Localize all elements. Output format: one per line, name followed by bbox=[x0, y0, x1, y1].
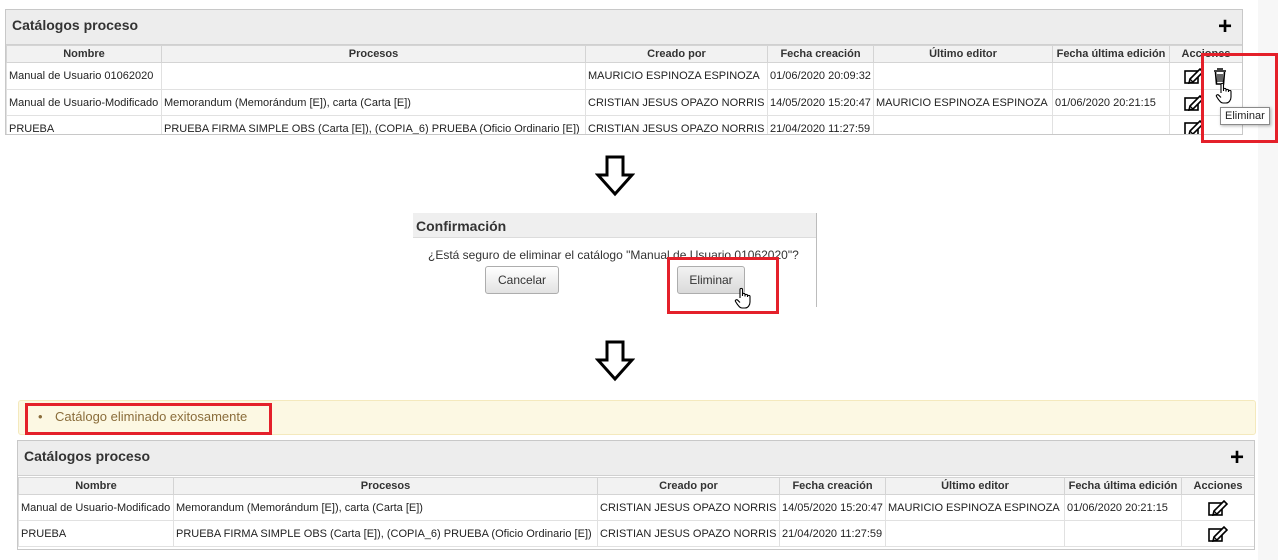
top-catalog-panel: Catálogos proceso + Nombre Procesos Crea… bbox=[5, 9, 1243, 135]
edit-icon[interactable] bbox=[1208, 526, 1228, 542]
cell-fecha-creacion: 14/05/2020 15:20:47 bbox=[779, 494, 886, 521]
cell-acciones bbox=[1181, 494, 1254, 521]
down-arrow-icon bbox=[595, 155, 635, 197]
cell-creado-por: CRISTIAN JESUS OPAZO NORRIS bbox=[585, 89, 768, 116]
cell-procesos: PRUEBA FIRMA SIMPLE OBS (Carta [E]), (CO… bbox=[161, 115, 586, 134]
column-header[interactable]: Fecha última edición bbox=[1064, 477, 1182, 495]
cell-fecha-creacion: 01/06/2020 20:09:32 bbox=[767, 62, 874, 90]
cell-ultimo-editor bbox=[873, 115, 1053, 134]
edit-icon[interactable] bbox=[1208, 500, 1228, 516]
highlight-box-delete-button bbox=[667, 257, 779, 314]
cell-fecha-creacion: 21/04/2020 11:27:59 bbox=[767, 115, 874, 134]
cancel-button[interactable]: Cancelar bbox=[485, 266, 559, 294]
cell-creado-por: CRISTIAN JESUS OPAZO NORRIS bbox=[597, 494, 780, 521]
column-header[interactable]: Nombre bbox=[18, 477, 174, 495]
cell-nombre: PRUEBA bbox=[18, 520, 174, 547]
top-panel-title: Catálogos proceso bbox=[12, 17, 139, 33]
cell-acciones bbox=[1181, 520, 1254, 547]
cell-nombre: Manual de Usuario-Modificado bbox=[18, 494, 174, 521]
highlight-box-flash-message bbox=[25, 403, 272, 435]
column-header[interactable]: Procesos bbox=[161, 45, 586, 63]
table-row: Manual de Usuario 01062020 MAURICIO ESPI… bbox=[6, 62, 1242, 90]
column-header: Acciones bbox=[1181, 477, 1254, 495]
cell-nombre: Manual de Usuario 01062020 bbox=[6, 62, 162, 90]
column-header[interactable]: Creado por bbox=[585, 45, 768, 63]
column-header[interactable]: Creado por bbox=[597, 477, 780, 495]
bottom-catalog-panel: Catálogos proceso + Nombre Procesos Crea… bbox=[17, 440, 1255, 550]
cell-fecha-edicion: 01/06/2020 20:21:15 bbox=[1052, 89, 1170, 116]
cell-ultimo-editor bbox=[885, 520, 1065, 547]
column-header[interactable]: Fecha creación bbox=[767, 45, 874, 63]
cell-ultimo-editor bbox=[873, 62, 1053, 90]
cell-fecha-creacion: 21/04/2020 11:27:59 bbox=[779, 520, 886, 547]
cell-fecha-edicion bbox=[1052, 62, 1170, 90]
column-header[interactable]: Último editor bbox=[885, 477, 1065, 495]
cell-ultimo-editor: MAURICIO ESPINOZA ESPINOZA bbox=[873, 89, 1053, 116]
table-row: PRUEBA PRUEBA FIRMA SIMPLE OBS (Carta [E… bbox=[6, 115, 1242, 134]
cell-creado-por: CRISTIAN JESUS OPAZO NORRIS bbox=[585, 115, 768, 134]
bottom-panel-title: Catálogos proceso bbox=[24, 448, 151, 464]
table-row: Manual de Usuario-Modificado Memorandum … bbox=[18, 494, 1254, 521]
column-header[interactable]: Fecha creación bbox=[779, 477, 886, 495]
table-header-row: Nombre Procesos Creado por Fecha creació… bbox=[18, 477, 1254, 495]
down-arrow-icon bbox=[595, 340, 635, 382]
table-row: PRUEBA PRUEBA FIRMA SIMPLE OBS (Carta [E… bbox=[18, 520, 1254, 547]
cell-procesos: Memorandum (Memorándum [E]), carta (Cart… bbox=[161, 89, 586, 116]
column-header[interactable]: Nombre bbox=[6, 45, 162, 63]
table-row: Manual de Usuario-Modificado Memorandum … bbox=[6, 89, 1242, 116]
cell-procesos bbox=[161, 62, 586, 90]
plus-icon[interactable]: + bbox=[1230, 446, 1244, 470]
cell-procesos: Memorandum (Memorándum [E]), carta (Cart… bbox=[173, 494, 598, 521]
column-header[interactable]: Fecha última edición bbox=[1052, 45, 1170, 63]
cell-nombre: Manual de Usuario-Modificado bbox=[6, 89, 162, 116]
cell-procesos: PRUEBA FIRMA SIMPLE OBS (Carta [E]), (CO… bbox=[173, 520, 598, 547]
column-header[interactable]: Procesos bbox=[173, 477, 598, 495]
cell-fecha-edicion bbox=[1052, 115, 1170, 134]
plus-icon[interactable]: + bbox=[1218, 15, 1232, 39]
cell-creado-por: MAURICIO ESPINOZA ESPINOZA bbox=[585, 62, 768, 90]
cell-fecha-edicion: 01/06/2020 20:21:15 bbox=[1064, 494, 1182, 521]
cell-ultimo-editor: MAURICIO ESPINOZA ESPINOZA bbox=[885, 494, 1065, 521]
column-header[interactable]: Último editor bbox=[873, 45, 1053, 63]
bottom-panel-header: Catálogos proceso + bbox=[18, 441, 1254, 476]
dialog-title: Confirmación bbox=[416, 218, 507, 234]
highlight-box-delete-icon bbox=[1201, 53, 1278, 143]
cell-fecha-creacion: 14/05/2020 15:20:47 bbox=[767, 89, 874, 116]
top-catalog-table: Nombre Procesos Creado por Fecha creació… bbox=[6, 45, 1242, 134]
bottom-catalog-table: Nombre Procesos Creado por Fecha creació… bbox=[18, 477, 1254, 547]
cell-creado-por: CRISTIAN JESUS OPAZO NORRIS bbox=[597, 520, 780, 547]
cell-fecha-edicion bbox=[1064, 520, 1182, 547]
table-header-row: Nombre Procesos Creado por Fecha creació… bbox=[6, 45, 1242, 63]
top-panel-header: Catálogos proceso + bbox=[6, 10, 1242, 45]
cell-nombre: PRUEBA bbox=[6, 115, 162, 134]
